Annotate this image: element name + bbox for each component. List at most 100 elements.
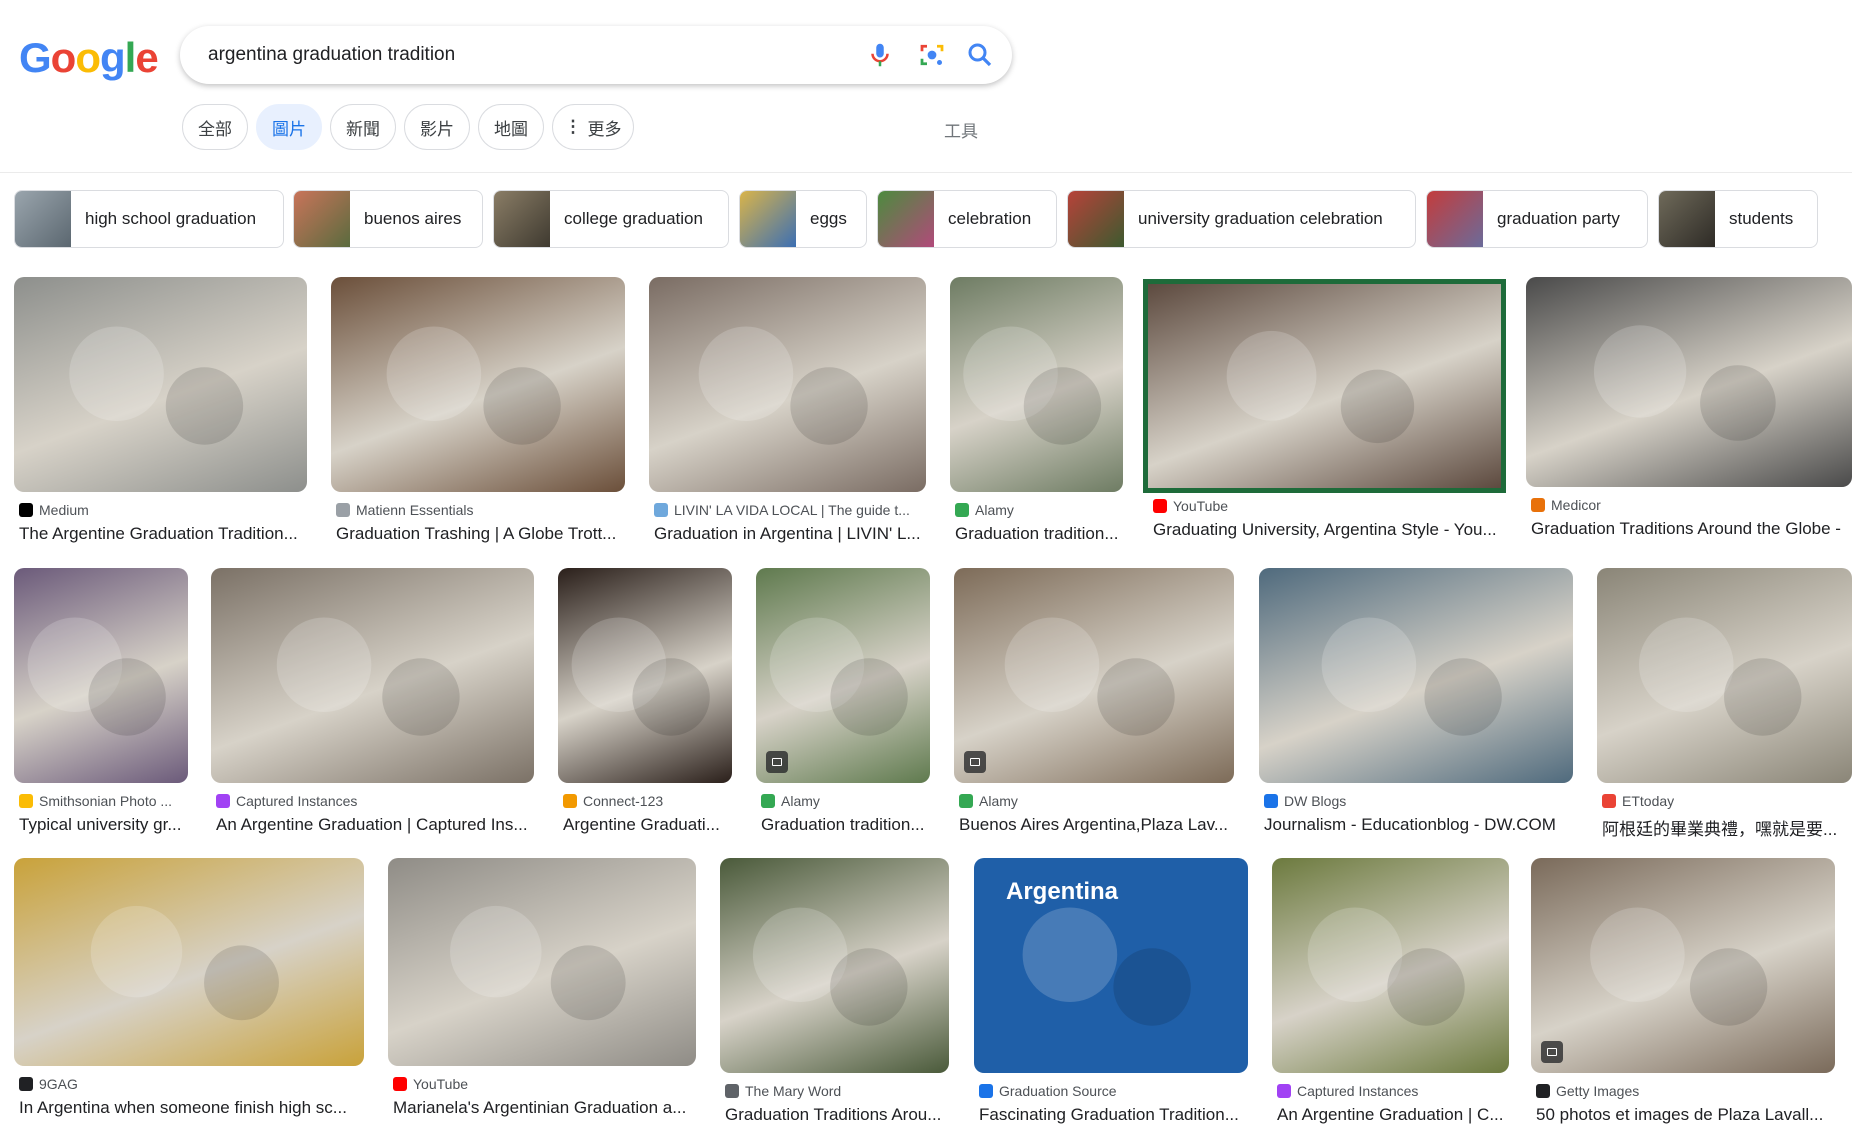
- related-chip[interactable]: university graduation celebration: [1067, 190, 1416, 248]
- result-title[interactable]: 50 photos et images de Plaza Lavall...: [1536, 1105, 1823, 1125]
- image-result[interactable]: Argentina Graduation Source Fascinating Gr…: [974, 858, 1248, 1143]
- result-thumbnail[interactable]: [649, 277, 926, 492]
- image-result[interactable]: YouTube Graduating University, Argentina …: [1143, 279, 1506, 558]
- result-source[interactable]: Alamy: [955, 502, 1014, 518]
- image-result[interactable]: YouTube Marianela's Argentinian Graduatio…: [388, 858, 696, 1136]
- result-title[interactable]: 阿根廷的畢業典禮，嘿就是要...: [1602, 815, 1837, 840]
- image-result[interactable]: Medium The Argentine Graduation Tradition…: [14, 277, 307, 562]
- result-thumbnail[interactable]: [1597, 568, 1852, 783]
- result-source[interactable]: Medium: [19, 502, 89, 518]
- result-thumbnail[interactable]: [950, 277, 1123, 492]
- related-chip[interactable]: graduation party: [1426, 190, 1648, 248]
- related-chip[interactable]: high school graduation: [14, 190, 284, 248]
- related-chip[interactable]: college graduation: [493, 190, 729, 248]
- tools-button[interactable]: 工具: [944, 117, 978, 142]
- result-source[interactable]: DW Blogs: [1264, 793, 1346, 809]
- image-result[interactable]: 9GAG In Argentina when someone finish hig…: [14, 858, 364, 1136]
- result-source[interactable]: Graduation Source: [979, 1083, 1117, 1099]
- result-source[interactable]: Getty Images: [1536, 1083, 1639, 1099]
- result-thumbnail[interactable]: [954, 568, 1234, 783]
- search-box[interactable]: argentina graduation tradition: [180, 26, 1012, 84]
- image-result[interactable]: Alamy Graduation tradition...: [756, 568, 930, 853]
- related-chip[interactable]: celebration: [877, 190, 1057, 248]
- tab-maps[interactable]: 地圖: [478, 104, 544, 150]
- google-logo[interactable]: Google: [19, 34, 159, 82]
- image-result[interactable]: Captured Instances An Argentine Graduatio…: [1272, 858, 1509, 1143]
- image-result[interactable]: LIVIN' LA VIDA LOCAL | The guide t... Gra…: [649, 277, 926, 562]
- result-thumbnail[interactable]: [211, 568, 534, 783]
- tab-news[interactable]: 新聞: [330, 104, 396, 150]
- result-source[interactable]: The Mary Word: [725, 1083, 841, 1099]
- image-result[interactable]: Alamy Buenos Aires Argentina,Plaza Lav...: [954, 568, 1234, 853]
- image-result[interactable]: Alamy Graduation tradition...: [950, 277, 1123, 562]
- tab-images[interactable]: 圖片: [256, 104, 322, 150]
- result-title[interactable]: Graduation tradition...: [761, 815, 924, 835]
- related-chip[interactable]: students: [1658, 190, 1818, 248]
- image-result[interactable]: Getty Images 50 photos et images de Plaza…: [1531, 858, 1835, 1143]
- result-thumbnail[interactable]: [720, 858, 949, 1073]
- result-source[interactable]: Medicor: [1531, 497, 1601, 513]
- result-thumbnail[interactable]: [388, 858, 696, 1066]
- result-thumbnail[interactable]: [1272, 858, 1509, 1073]
- tab-all[interactable]: 全部: [182, 104, 248, 150]
- result-source[interactable]: Alamy: [761, 793, 820, 809]
- result-source[interactable]: Captured Instances: [216, 793, 357, 809]
- result-thumbnail[interactable]: [14, 568, 188, 783]
- result-title[interactable]: Graduation Trashing | A Globe Trott...: [336, 524, 616, 544]
- image-result[interactable]: DW Blogs Journalism - Educationblog - DW.…: [1259, 568, 1573, 853]
- result-title[interactable]: Fascinating Graduation Tradition...: [979, 1105, 1239, 1125]
- tab-videos[interactable]: 影片: [404, 104, 470, 150]
- result-source[interactable]: LIVIN' LA VIDA LOCAL | The guide t...: [654, 502, 910, 518]
- result-title[interactable]: Marianela's Argentinian Graduation a...: [393, 1098, 686, 1118]
- result-thumbnail[interactable]: [1143, 279, 1506, 493]
- result-title[interactable]: An Argentine Graduation | C...: [1277, 1105, 1504, 1125]
- image-result[interactable]: The Mary Word Graduation Traditions Arou.…: [720, 858, 949, 1143]
- result-thumbnail[interactable]: Argentina: [974, 858, 1248, 1073]
- result-source-name: YouTube: [413, 1076, 469, 1092]
- result-thumbnail[interactable]: [1531, 858, 1835, 1073]
- result-title[interactable]: Typical university gr...: [19, 815, 182, 835]
- result-title[interactable]: Graduation in Argentina | LIVIN' L...: [654, 524, 921, 544]
- result-source[interactable]: Smithsonian Photo ...: [19, 793, 172, 809]
- result-title[interactable]: The Argentine Graduation Tradition...: [19, 524, 298, 544]
- result-source[interactable]: YouTube: [1153, 498, 1228, 514]
- result-source[interactable]: Connect-123: [563, 793, 663, 809]
- image-result[interactable]: Smithsonian Photo ... Typical university …: [14, 568, 188, 853]
- result-title[interactable]: Argentine Graduati...: [563, 815, 720, 835]
- result-title[interactable]: An Argentine Graduation | Captured Ins..…: [216, 815, 528, 835]
- image-result[interactable]: Connect-123 Argentine Graduati...: [558, 568, 732, 853]
- camera-lens-icon[interactable]: [917, 40, 947, 70]
- tab-more[interactable]: ⋮ 更多: [552, 104, 634, 150]
- result-thumbnail[interactable]: [331, 277, 625, 492]
- chip-label: college graduation: [564, 209, 703, 228]
- mic-icon[interactable]: [865, 40, 895, 70]
- search-icon[interactable]: [965, 40, 995, 70]
- result-thumbnail[interactable]: [1526, 277, 1852, 487]
- result-source-name: YouTube: [1173, 498, 1229, 514]
- image-result[interactable]: ETtoday 阿根廷的畢業典禮，嘿就是要...: [1597, 568, 1852, 853]
- result-source[interactable]: Alamy: [959, 793, 1018, 809]
- result-source[interactable]: ETtoday: [1602, 793, 1674, 809]
- result-title[interactable]: Graduating University, Argentina Style -…: [1153, 520, 1497, 540]
- result-source[interactable]: YouTube: [393, 1076, 468, 1092]
- result-source[interactable]: Matienn Essentials: [336, 502, 474, 518]
- image-result[interactable]: Medicor Graduation Traditions Around the …: [1526, 277, 1852, 557]
- result-thumbnail[interactable]: [1259, 568, 1573, 783]
- result-title[interactable]: Graduation Traditions Arou...: [725, 1105, 941, 1125]
- related-chip[interactable]: eggs: [739, 190, 867, 248]
- image-result[interactable]: Captured Instances An Argentine Graduatio…: [211, 568, 534, 853]
- result-source[interactable]: 9GAG: [19, 1076, 78, 1092]
- result-thumbnail[interactable]: [558, 568, 732, 783]
- result-title[interactable]: In Argentina when someone finish high sc…: [19, 1098, 347, 1118]
- result-thumbnail[interactable]: [14, 277, 307, 492]
- related-chip[interactable]: buenos aires: [293, 190, 483, 248]
- image-result[interactable]: Matienn Essentials Graduation Trashing | …: [331, 277, 625, 562]
- result-title[interactable]: Graduation Traditions Around the Globe -: [1531, 519, 1841, 539]
- result-source[interactable]: Captured Instances: [1277, 1083, 1418, 1099]
- result-thumbnail[interactable]: [14, 858, 364, 1066]
- search-input[interactable]: argentina graduation tradition: [208, 44, 455, 66]
- result-title[interactable]: Buenos Aires Argentina,Plaza Lav...: [959, 815, 1228, 835]
- result-title[interactable]: Graduation tradition...: [955, 524, 1118, 544]
- chip-label: graduation party: [1497, 209, 1620, 228]
- result-title[interactable]: Journalism - Educationblog - DW.COM: [1264, 815, 1556, 835]
